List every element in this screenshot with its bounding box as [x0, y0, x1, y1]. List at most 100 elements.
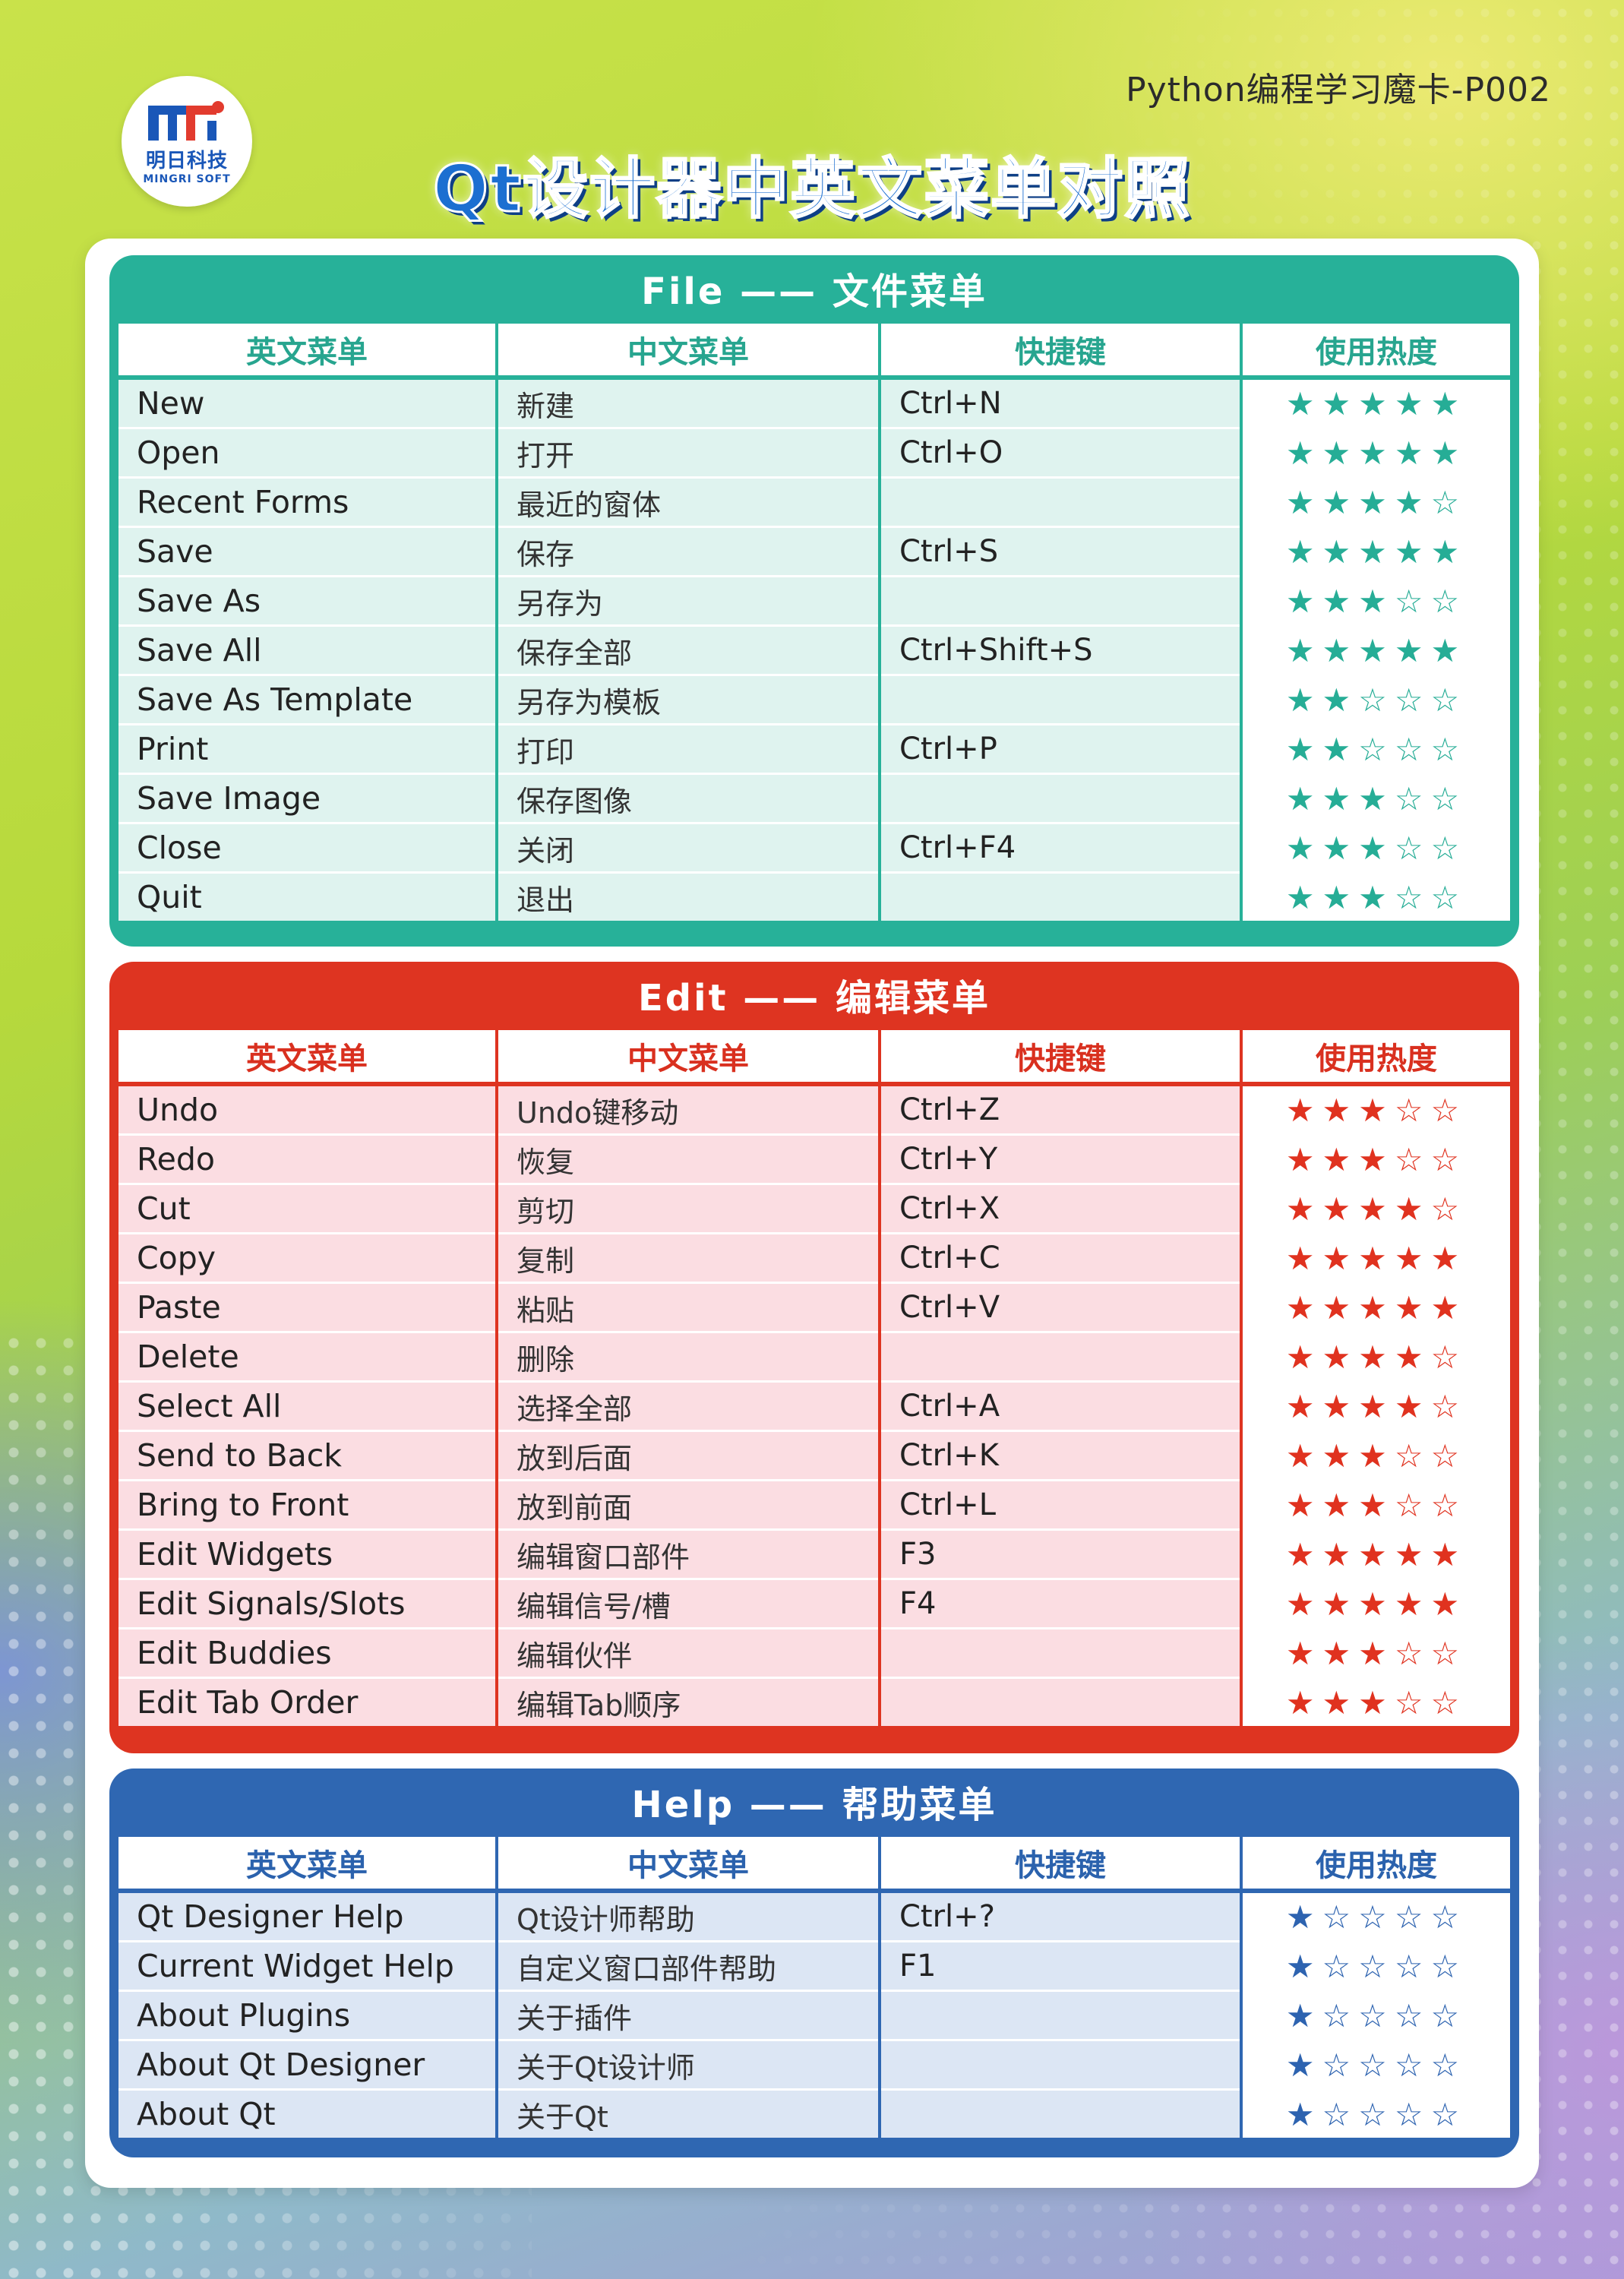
edit-menu-section: Edit —— 编辑菜单 英文菜单 中文菜单 快捷键 使用热度 Undo Undo… — [109, 962, 1519, 1753]
popularity-stars: ★★★★★ — [1240, 427, 1510, 478]
popularity-stars: ★★★☆☆ — [1240, 1479, 1510, 1530]
star-empty-icon: ☆ — [1430, 1898, 1468, 1936]
star-empty-icon: ☆ — [1430, 1091, 1468, 1129]
menu-shortcut — [878, 871, 1241, 921]
header-chinese: 中文菜单 — [495, 1837, 880, 1891]
popularity-stars: ★☆☆☆☆ — [1240, 1940, 1510, 1991]
star-empty-icon: ☆ — [1358, 1898, 1395, 1936]
star-filled-icon: ★ — [1285, 1634, 1322, 1672]
star-filled-icon: ★ — [1358, 1683, 1395, 1721]
popularity-stars: ★☆☆☆☆ — [1240, 2088, 1510, 2138]
star-filled-icon: ★ — [1430, 434, 1468, 472]
popularity-stars: ★★★★☆ — [1240, 476, 1510, 527]
star-filled-icon: ★ — [1322, 1338, 1359, 1376]
star-filled-icon: ★ — [1358, 1535, 1395, 1573]
star-empty-icon: ☆ — [1394, 730, 1431, 768]
table-row: Edit Buddies 编辑伙伴 ★★★☆☆ — [118, 1627, 1510, 1678]
menu-shortcut — [878, 1990, 1241, 2040]
star-filled-icon: ★ — [1322, 1535, 1359, 1573]
star-filled-icon: ★ — [1285, 1996, 1322, 2034]
menu-chinese-name: 另存为模板 — [495, 674, 880, 725]
menu-shortcut: Ctrl+V — [878, 1282, 1241, 1332]
star-empty-icon: ☆ — [1394, 878, 1431, 916]
star-filled-icon: ★ — [1322, 434, 1359, 472]
star-filled-icon: ★ — [1285, 1091, 1322, 1129]
star-filled-icon: ★ — [1285, 631, 1322, 669]
star-filled-icon: ★ — [1285, 2095, 1322, 2133]
star-empty-icon: ☆ — [1394, 1947, 1431, 1985]
star-filled-icon: ★ — [1358, 829, 1395, 867]
popularity-stars: ★★★☆☆ — [1240, 1677, 1510, 1726]
star-empty-icon: ☆ — [1394, 2046, 1431, 2084]
star-filled-icon: ★ — [1285, 1947, 1322, 1985]
star-empty-icon: ☆ — [1430, 1947, 1468, 1985]
menu-english-name: Recent Forms — [118, 476, 497, 527]
star-empty-icon: ☆ — [1430, 1387, 1468, 1425]
table-row: About Plugins 关于插件 ★☆☆☆☆ — [118, 1990, 1510, 2040]
popularity-stars: ★★★☆☆ — [1240, 871, 1510, 921]
star-empty-icon: ☆ — [1430, 779, 1468, 817]
file-menu-section: File —— 文件菜单 英文菜单 中文菜单 快捷键 使用热度 New 新建 Ctr… — [109, 255, 1519, 947]
star-empty-icon: ☆ — [1430, 681, 1468, 719]
star-empty-icon: ☆ — [1394, 779, 1431, 817]
star-filled-icon: ★ — [1285, 779, 1322, 817]
star-filled-icon: ★ — [1285, 533, 1322, 571]
star-filled-icon: ★ — [1285, 730, 1322, 768]
popularity-stars: ★★★★★ — [1240, 1282, 1510, 1332]
star-filled-icon: ★ — [1358, 1437, 1395, 1475]
menu-chinese-name: 编辑Tab顺序 — [495, 1677, 880, 1726]
star-filled-icon: ★ — [1322, 1437, 1359, 1475]
table-row: New 新建 Ctrl+N ★★★★★ — [118, 376, 1510, 428]
popularity-stars: ★★★☆☆ — [1240, 1627, 1510, 1678]
menu-english-name: Edit Buddies — [118, 1627, 497, 1678]
star-filled-icon: ★ — [1430, 1239, 1468, 1277]
menu-english-name: Save As Template — [118, 674, 497, 725]
table-row: Recent Forms 最近的窗体 ★★★★☆ — [118, 476, 1510, 527]
popularity-stars: ★★★☆☆ — [1240, 822, 1510, 873]
star-empty-icon: ☆ — [1394, 1898, 1431, 1936]
section-title: Edit —— 编辑菜单 — [638, 977, 991, 1019]
star-filled-icon: ★ — [1394, 1239, 1431, 1277]
star-filled-icon: ★ — [1430, 533, 1468, 571]
menu-chinese-name: 放到前面 — [495, 1479, 880, 1530]
menu-table: 英文菜单 中文菜单 快捷键 使用热度 New 新建 Ctrl+N ★★★★★ Open 打… — [118, 324, 1510, 921]
menu-shortcut: Ctrl+C — [878, 1232, 1241, 1283]
menu-chinese-name: 打开 — [495, 427, 880, 478]
star-filled-icon: ★ — [1394, 483, 1431, 521]
star-empty-icon: ☆ — [1430, 1437, 1468, 1475]
star-empty-icon: ☆ — [1430, 1683, 1468, 1721]
menu-shortcut — [878, 674, 1241, 725]
star-filled-icon: ★ — [1358, 1239, 1395, 1277]
star-filled-icon: ★ — [1394, 631, 1431, 669]
star-empty-icon: ☆ — [1430, 1996, 1468, 2034]
menu-chinese-name: 自定义窗口部件帮助 — [495, 1940, 880, 1991]
popularity-stars: ★☆☆☆☆ — [1240, 1990, 1510, 2040]
star-filled-icon: ★ — [1285, 1898, 1322, 1936]
menu-shortcut — [878, 1331, 1241, 1382]
table-row: Select All 选择全部 Ctrl+A ★★★★☆ — [118, 1380, 1510, 1431]
menu-chinese-name: 退出 — [495, 871, 880, 921]
star-filled-icon: ★ — [1322, 1634, 1359, 1672]
star-filled-icon: ★ — [1322, 681, 1359, 719]
star-filled-icon: ★ — [1285, 1190, 1322, 1228]
star-filled-icon: ★ — [1358, 1585, 1395, 1623]
menu-chinese-name: 打印 — [495, 723, 880, 774]
menu-english-name: Save As — [118, 575, 497, 626]
table-row: Edit Tab Order 编辑Tab顺序 ★★★☆☆ — [118, 1677, 1510, 1726]
header-shortcut: 快捷键 — [878, 324, 1241, 378]
star-empty-icon: ☆ — [1322, 1898, 1359, 1936]
table-row: Copy 复制 Ctrl+C ★★★★★ — [118, 1232, 1510, 1283]
popularity-stars: ★★☆☆☆ — [1240, 723, 1510, 774]
menu-english-name: Edit Tab Order — [118, 1677, 497, 1726]
popularity-stars: ★★★★☆ — [1240, 1380, 1510, 1431]
help-menu-section: Help —— 帮助菜单 英文菜单 中文菜单 快捷键 使用热度 Qt Desig… — [109, 1769, 1519, 2157]
menu-shortcut — [878, 476, 1241, 527]
section-title: Help —— 帮助菜单 — [631, 1784, 997, 1826]
table-row: Save All 保存全部 Ctrl+Shift+S ★★★★★ — [118, 624, 1510, 675]
menu-english-name: Open — [118, 427, 497, 478]
menu-chinese-name: 编辑伙伴 — [495, 1627, 880, 1678]
table-row: Redo 恢复 Ctrl+Y ★★★☆☆ — [118, 1133, 1510, 1184]
table-row: Save 保存 Ctrl+S ★★★★★ — [118, 526, 1510, 577]
menu-chinese-name: Qt设计师帮助 — [495, 1889, 880, 1942]
menu-shortcut: Ctrl+L — [878, 1479, 1241, 1530]
